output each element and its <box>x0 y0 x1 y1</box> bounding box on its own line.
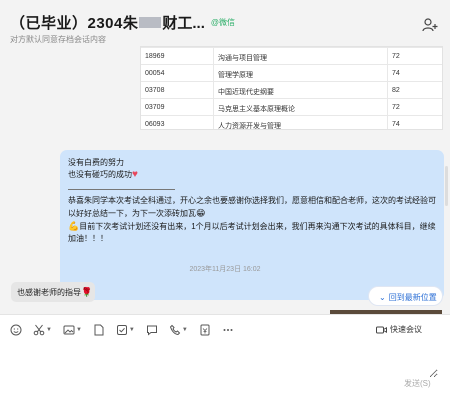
chevron-down-icon[interactable]: ▼ <box>129 327 135 333</box>
more-icon[interactable] <box>222 323 234 337</box>
chevron-down-icon[interactable]: ▼ <box>182 327 188 333</box>
input-toolbar: ▼ ▼ ▼ ▼ <box>10 323 245 337</box>
emoji-icon[interactable] <box>10 323 22 337</box>
image-icon[interactable]: ▼ <box>63 323 82 337</box>
course-score: 72 <box>392 53 400 60</box>
add-member-icon[interactable] <box>422 18 438 32</box>
chevron-down-icon[interactable]: ▼ <box>76 327 82 333</box>
chat-title-suffix: 财工... <box>162 15 205 32</box>
course-score: 72 <box>392 104 400 111</box>
redacted-name-block <box>139 17 162 28</box>
course-code: 03709 <box>145 104 165 111</box>
message-paragraph-2: 💪目前下次考试计划还没有出来，1个月以后考试计划会出来，我们再来沟通下次考试的具… <box>68 220 436 245</box>
message-line-text: 也没有碰巧的成功 <box>68 170 132 179</box>
message-input[interactable] <box>10 342 438 378</box>
message-paragraph-text: 目前下次考试计划还没有出来，1个月以后考试计划会出来，我们再来沟通下次考试的具体… <box>68 222 436 243</box>
course-code: 00054 <box>145 70 165 77</box>
table-row: 00054 管理学原理 74 <box>141 64 442 81</box>
input-area: ▼ ▼ ▼ ▼ 快速会议 发送(S) <box>0 314 450 398</box>
chat-title: （已毕业）2304朱 <box>10 15 139 32</box>
archive-notice: 对方默认同意存档会话内容 <box>10 35 106 44</box>
outgoing-message-bubble[interactable]: 没有白费的努力 也没有碰巧的成功♥ 恭喜朱同学本次考试全科通过，开心之余也要感谢… <box>60 150 444 300</box>
file-icon[interactable] <box>93 323 105 337</box>
heart-emoji-icon: ♥ <box>132 169 138 180</box>
chat-title-row[interactable]: （已毕业）2304朱 财工... @微信 <box>10 12 235 33</box>
quick-meeting-label: 快速会议 <box>390 325 422 334</box>
video-camera-icon <box>376 326 387 333</box>
table-row: 06093 人力资源开发与管理 74 <box>141 115 442 132</box>
grin-emoji-icon: 😁 <box>196 208 206 218</box>
phone-icon[interactable]: ▼ <box>169 323 188 337</box>
message-line: 没有白费的努力 <box>68 158 124 167</box>
scrollbar-thumb[interactable] <box>445 166 448 206</box>
message-divider <box>68 189 175 190</box>
course-score: 74 <box>392 121 400 128</box>
incoming-message-bubble[interactable]: 也感谢老师的指导🌹 <box>11 282 95 302</box>
jump-to-latest-label: 回到最新位置 <box>388 293 437 302</box>
table-row: 03708 中国近现代史纲要 82 <box>141 81 442 98</box>
table-row: 18969 沟通与项目管理 72 <box>141 47 442 64</box>
course-score: 74 <box>392 70 400 77</box>
jump-to-latest-button[interactable]: ⌄ 回到最新位置 <box>368 286 443 306</box>
message-timestamp: 2023年11月23日 16:02 <box>189 266 261 273</box>
course-score: 82 <box>392 87 400 94</box>
course-code: 03708 <box>145 87 165 94</box>
message-paragraph-1: 恭喜朱同学本次考试全科通过，开心之余也要感谢你选择我们，愿意相信和配合老师，这次… <box>68 195 436 220</box>
course-code: 06093 <box>145 121 165 128</box>
double-chevron-down-icon: ⌄ <box>379 293 386 302</box>
table-row: 03709 马克思主义基本原理概论 72 <box>141 98 442 115</box>
incoming-message-text: 也感谢老师的指导 <box>17 288 81 297</box>
wechat-source-tag: @微信 <box>210 18 236 27</box>
course-name: 马克思主义基本原理概论 <box>218 106 295 113</box>
grade-table-image[interactable]: 18969 沟通与项目管理 72 00054 管理学原理 74 03708 中国… <box>140 46 443 130</box>
chevron-down-icon[interactable]: ▼ <box>46 327 52 333</box>
course-name: 中国近现代史纲要 <box>218 89 274 96</box>
message-line-2: 也没有碰巧的成功♥ <box>68 169 436 181</box>
course-code: 18969 <box>145 53 165 60</box>
red-packet-icon[interactable] <box>199 323 211 337</box>
course-name: 沟通与项目管理 <box>218 55 267 62</box>
scissors-icon[interactable]: ▼ <box>33 323 52 337</box>
rose-emoji-icon: 🌹 <box>81 287 93 297</box>
quick-meeting-button[interactable]: 快速会议 <box>376 324 422 335</box>
course-name: 管理学原理 <box>218 72 253 79</box>
todo-icon[interactable]: ▼ <box>116 323 135 337</box>
send-button[interactable]: 发送(S) <box>404 378 431 389</box>
chat-record-icon[interactable] <box>146 323 158 337</box>
chat-header: （已毕业）2304朱 财工... @微信 对方默认同意存档会话内容 <box>0 0 450 46</box>
message-paragraph-text: 恭喜朱同学本次考试全科通过，开心之余也要感谢你选择我们，愿意相信和配合老师，这次… <box>68 196 436 218</box>
course-name: 人力资源开发与管理 <box>218 123 281 130</box>
flex-emoji-icon: 💪 <box>68 221 80 231</box>
